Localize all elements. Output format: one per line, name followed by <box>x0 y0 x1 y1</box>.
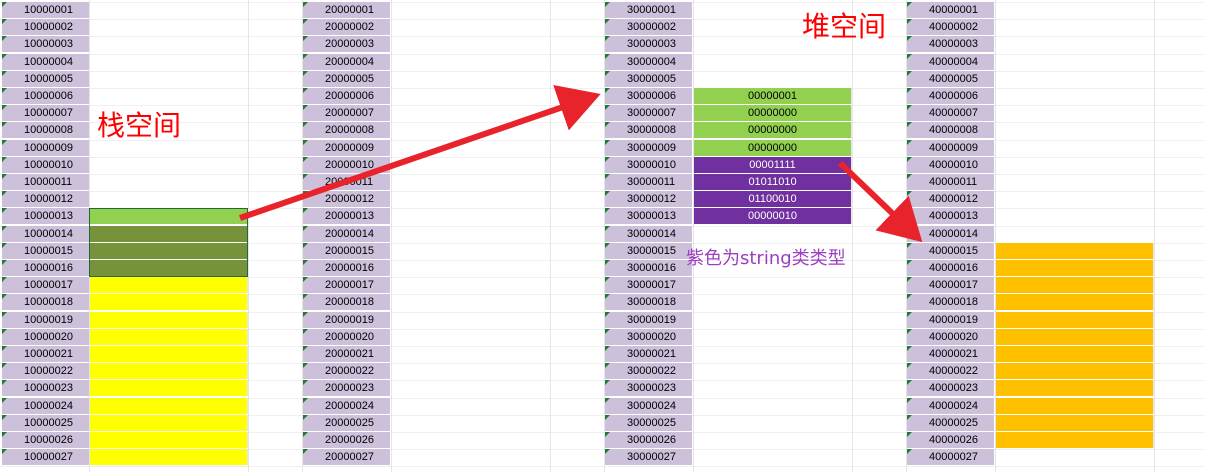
stack-to-heap-arrow <box>239 85 601 221</box>
heap-to-col4-arrow <box>837 160 923 243</box>
pointer-arrows <box>239 85 923 243</box>
